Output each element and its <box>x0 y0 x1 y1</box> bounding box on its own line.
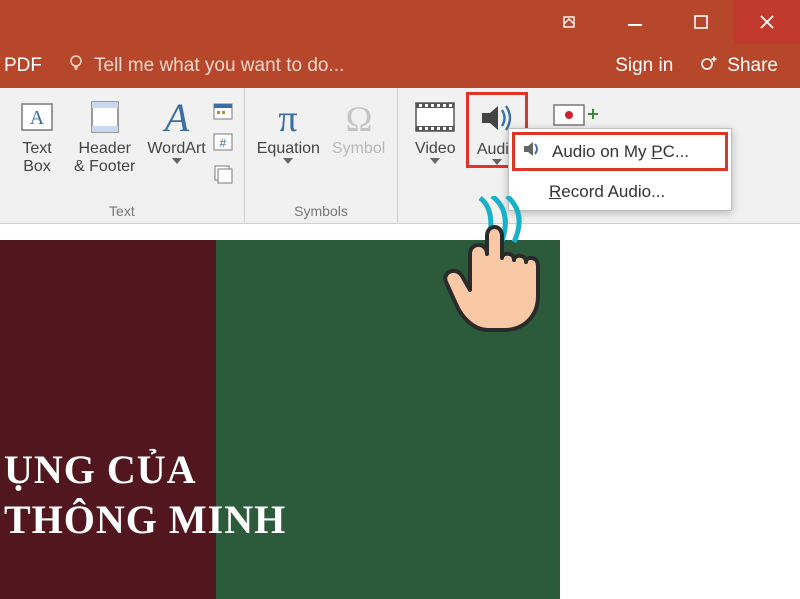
chevron-down-icon <box>283 158 293 164</box>
symbol-label: Symbol <box>332 140 385 158</box>
share-icon <box>699 52 721 80</box>
svg-text:#: # <box>219 136 226 150</box>
minimize-button[interactable] <box>602 0 668 44</box>
share-button[interactable]: Share <box>685 52 792 80</box>
slide-left-panel <box>0 240 216 599</box>
pointing-hand-annotation <box>432 196 552 341</box>
equation-label: Equation <box>257 140 320 158</box>
chevron-down-icon <box>172 158 182 164</box>
tell-me-placeholder: Tell me what you want to do... <box>94 55 344 77</box>
tab-pdf[interactable]: PDF <box>0 55 42 77</box>
slide-title-line2: THÔNG MINH <box>4 495 286 545</box>
text-box-button[interactable]: A Text Box <box>6 92 68 179</box>
header-footer-label: Header & Footer <box>74 140 135 177</box>
svg-text:Ω: Ω <box>345 99 372 139</box>
svg-text:π: π <box>279 98 298 139</box>
chevron-down-icon <box>492 159 502 165</box>
tell-me-search[interactable]: Tell me what you want to do... <box>66 53 344 79</box>
date-time-icon[interactable] <box>212 100 234 127</box>
video-button[interactable]: Video <box>404 92 466 166</box>
wordart-label: WordArt <box>147 140 205 158</box>
speaker-icon <box>522 140 542 163</box>
slide-title-text[interactable]: ỤNG CỦA THÔNG MINH <box>0 445 286 545</box>
audio-on-my-pc-item[interactable]: Audio on My PC... <box>512 132 728 171</box>
ribbon-group-text: A Text Box Header & Footer <box>0 88 245 223</box>
header-footer-button[interactable]: Header & Footer <box>68 92 141 179</box>
chevron-down-icon <box>430 158 440 164</box>
svg-text:A: A <box>161 95 189 139</box>
close-button[interactable] <box>734 0 800 44</box>
maximize-button[interactable] <box>668 0 734 44</box>
wordart-button[interactable]: A WordArt <box>141 92 211 166</box>
object-icon[interactable] <box>212 162 234 189</box>
symbol-icon: Ω <box>335 94 383 140</box>
share-label: Share <box>727 55 778 77</box>
record-audio-label: Record Audio... <box>549 182 665 202</box>
titlebar <box>0 0 800 44</box>
group-label-symbols: Symbols <box>294 203 348 221</box>
text-box-icon: A <box>16 94 58 140</box>
wordart-icon: A <box>153 94 201 140</box>
equation-icon: π <box>264 94 312 140</box>
svg-text:A: A <box>30 107 45 129</box>
slide-title-line1: ỤNG CỦA <box>4 445 286 495</box>
ribbon-display-options-icon[interactable] <box>536 0 602 44</box>
audio-on-my-pc-label: Audio on My PC... <box>552 142 689 162</box>
text-box-label: Text Box <box>22 140 51 177</box>
video-icon <box>412 94 458 140</box>
menubar: PDF Tell me what you want to do... Sign … <box>0 44 800 88</box>
sign-in-link[interactable]: Sign in <box>603 55 685 77</box>
slide-editor: ỤNG CỦA THÔNG MINH <box>0 230 800 599</box>
ribbon-group-symbols: π Equation Ω Symbol Symbols <box>245 88 399 223</box>
group-label-text: Text <box>109 203 135 221</box>
symbol-button: Ω Symbol <box>326 92 391 160</box>
header-footer-icon <box>84 94 126 140</box>
equation-button[interactable]: π Equation <box>251 92 326 166</box>
lightbulb-icon <box>66 53 86 79</box>
slide-number-icon[interactable]: # <box>212 131 234 158</box>
video-label: Video <box>415 140 456 158</box>
